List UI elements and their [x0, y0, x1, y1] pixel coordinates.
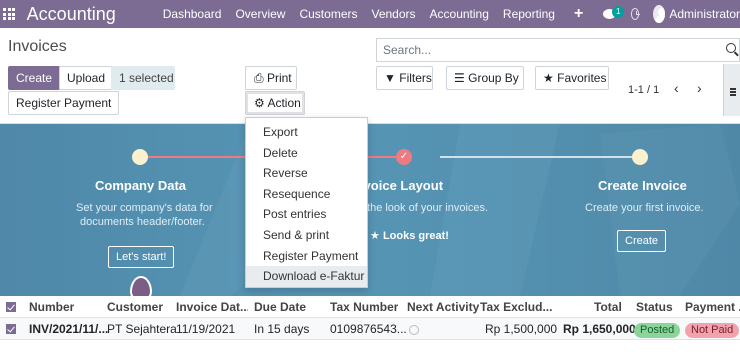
onboarding-banner: ✓ Company Data Set your company's data f… [0, 124, 740, 296]
filters-button[interactable]: ▼ Filters [376, 66, 433, 90]
cell-next-activity[interactable] [409, 318, 419, 340]
col-customer[interactable]: Customer [107, 296, 163, 318]
search-icon[interactable] [726, 43, 736, 53]
chat-count-badge: 1 [612, 6, 625, 18]
menu-item-export[interactable]: Export [246, 122, 367, 143]
pager-next-icon[interactable]: › [697, 80, 702, 96]
app-title[interactable]: Accounting [27, 4, 116, 25]
col-due-date[interactable]: Due Date [254, 296, 306, 318]
cell-number: INV/2021/11/... [29, 322, 109, 336]
cell-customer: PT Sejahtera [107, 322, 177, 336]
register-payment-button[interactable]: Register Payment [8, 91, 120, 115]
menu-item-reverse[interactable]: Reverse [246, 163, 367, 184]
main-menu: Dashboard Overview Customers Vendors Acc… [156, 7, 562, 21]
action-button[interactable]: ⚙ Action [245, 91, 305, 115]
lets-start-button[interactable]: Let's start! [108, 246, 175, 268]
menu-item-send-print[interactable]: Send & print [246, 225, 367, 246]
col-invoice-date[interactable]: Invoice Dat... [176, 296, 248, 318]
create-button[interactable]: Create [8, 66, 61, 90]
step-1-title: Company Data [95, 178, 187, 193]
menu-item-register-payment[interactable]: Register Payment [246, 246, 367, 267]
step-1-desc-line-1: Set your company's data for [76, 202, 213, 214]
menu-overview[interactable]: Overview [228, 7, 292, 21]
menu-item-download-efaktur[interactable]: Download e-Faktur [246, 266, 367, 287]
favorites-button[interactable]: ★ Favorites [535, 66, 609, 90]
group-by-button[interactable]: ☰ Group By [446, 66, 524, 90]
invoice-table: Number Customer Invoice Dat... Due Date … [0, 296, 740, 354]
menu-item-post-entries[interactable]: Post entries [246, 204, 367, 225]
cell-tax-excluded: Rp 1,500,000 [485, 322, 558, 336]
cell-invoice-date: 11/19/2021 [176, 322, 236, 336]
menu-item-resequence[interactable]: Resequence [246, 184, 367, 205]
pager-value[interactable]: 1-1 / 1 [628, 84, 659, 96]
cell-tax-number: 0109876543... [330, 322, 407, 336]
menu-dashboard[interactable]: Dashboard [156, 7, 229, 21]
col-tax-number[interactable]: Tax Number [330, 296, 398, 318]
group-by-icon: ☰ [454, 71, 465, 85]
list-view-icon [730, 88, 736, 90]
filter-icon: ▼ [384, 71, 396, 85]
col-payment-status[interactable]: Payment ... [685, 296, 740, 318]
step-1-desc-line-2: documents header/footer. [80, 216, 205, 228]
control-panel: Invoices Create Upload 1 selected Regist… [0, 28, 740, 124]
chat-icon[interactable]: 1 [601, 5, 625, 23]
step-3-dot [632, 149, 648, 165]
star-icon: ★ [543, 71, 554, 85]
user-avatar[interactable] [653, 5, 666, 23]
page-title: Invoices [8, 38, 67, 55]
col-status[interactable]: Status [636, 296, 673, 318]
select-all-checkbox[interactable] [6, 302, 16, 312]
step-3-desc: Create your first invoice. [585, 202, 704, 214]
row-checkbox[interactable] [6, 324, 16, 334]
looks-great-text: Looks great! [382, 230, 449, 242]
payment-status-badge: Not Paid [685, 323, 740, 338]
cell-total: Rp 1,650,000 [563, 322, 636, 336]
list-view-button[interactable] [723, 64, 740, 116]
step-2-check-icon: ✓ [396, 149, 412, 165]
apps-menu-icon[interactable] [2, 0, 17, 28]
menu-vendors[interactable]: Vendors [364, 7, 422, 21]
col-number[interactable]: Number [29, 296, 74, 318]
menu-customers[interactable]: Customers [292, 7, 364, 21]
looks-great-label: ★ Looks great! [370, 229, 449, 242]
search-input[interactable]: Search... [376, 38, 740, 62]
favorites-label: Favorites [557, 71, 607, 85]
print-button[interactable]: ⎙ Print [245, 66, 297, 90]
col-tax-excluded[interactable]: Tax Exclud... [480, 296, 552, 318]
table-row[interactable]: INV/2021/11/... PT Sejahtera 11/19/2021 … [0, 318, 740, 340]
printer-icon: ⎙ [254, 71, 264, 85]
step-3-title: Create Invoice [598, 178, 687, 193]
group-by-label: Group By [468, 71, 519, 85]
looks-great-star-icon: ★ [370, 230, 380, 242]
selected-count: 1 selected [111, 66, 175, 90]
activity-clock-icon[interactable] [409, 324, 419, 335]
menu-reporting[interactable]: Reporting [496, 7, 562, 21]
user-name[interactable]: Administrator [669, 7, 740, 21]
gear-icon: ⚙ [254, 96, 265, 110]
step-1-dot [132, 149, 148, 165]
filters-label: Filters [399, 71, 432, 85]
activity-clock-icon[interactable] [630, 8, 640, 20]
pager-previous-icon[interactable]: ‹ [674, 80, 679, 96]
menu-accounting[interactable]: Accounting [423, 7, 496, 21]
col-next-activity[interactable]: Next Activity [407, 296, 479, 318]
col-total[interactable]: Total [594, 296, 622, 318]
action-label: Action [267, 96, 301, 110]
action-dropdown-menu: Export Delete Reverse Resequence Post en… [245, 117, 368, 288]
top-navbar: Accounting Dashboard Overview Customers … [0, 0, 740, 28]
plus-icon[interactable]: + [562, 5, 595, 23]
menu-item-delete[interactable]: Delete [246, 143, 367, 164]
status-badge: Posted [634, 323, 681, 338]
print-label: Print [266, 71, 292, 85]
upload-button[interactable]: Upload [59, 66, 114, 90]
progress-line-2 [440, 156, 640, 158]
cell-due-date: In 15 days [254, 322, 310, 336]
create-invoice-button[interactable]: Create [617, 230, 667, 252]
table-header: Number Customer Invoice Dat... Due Date … [0, 296, 740, 318]
